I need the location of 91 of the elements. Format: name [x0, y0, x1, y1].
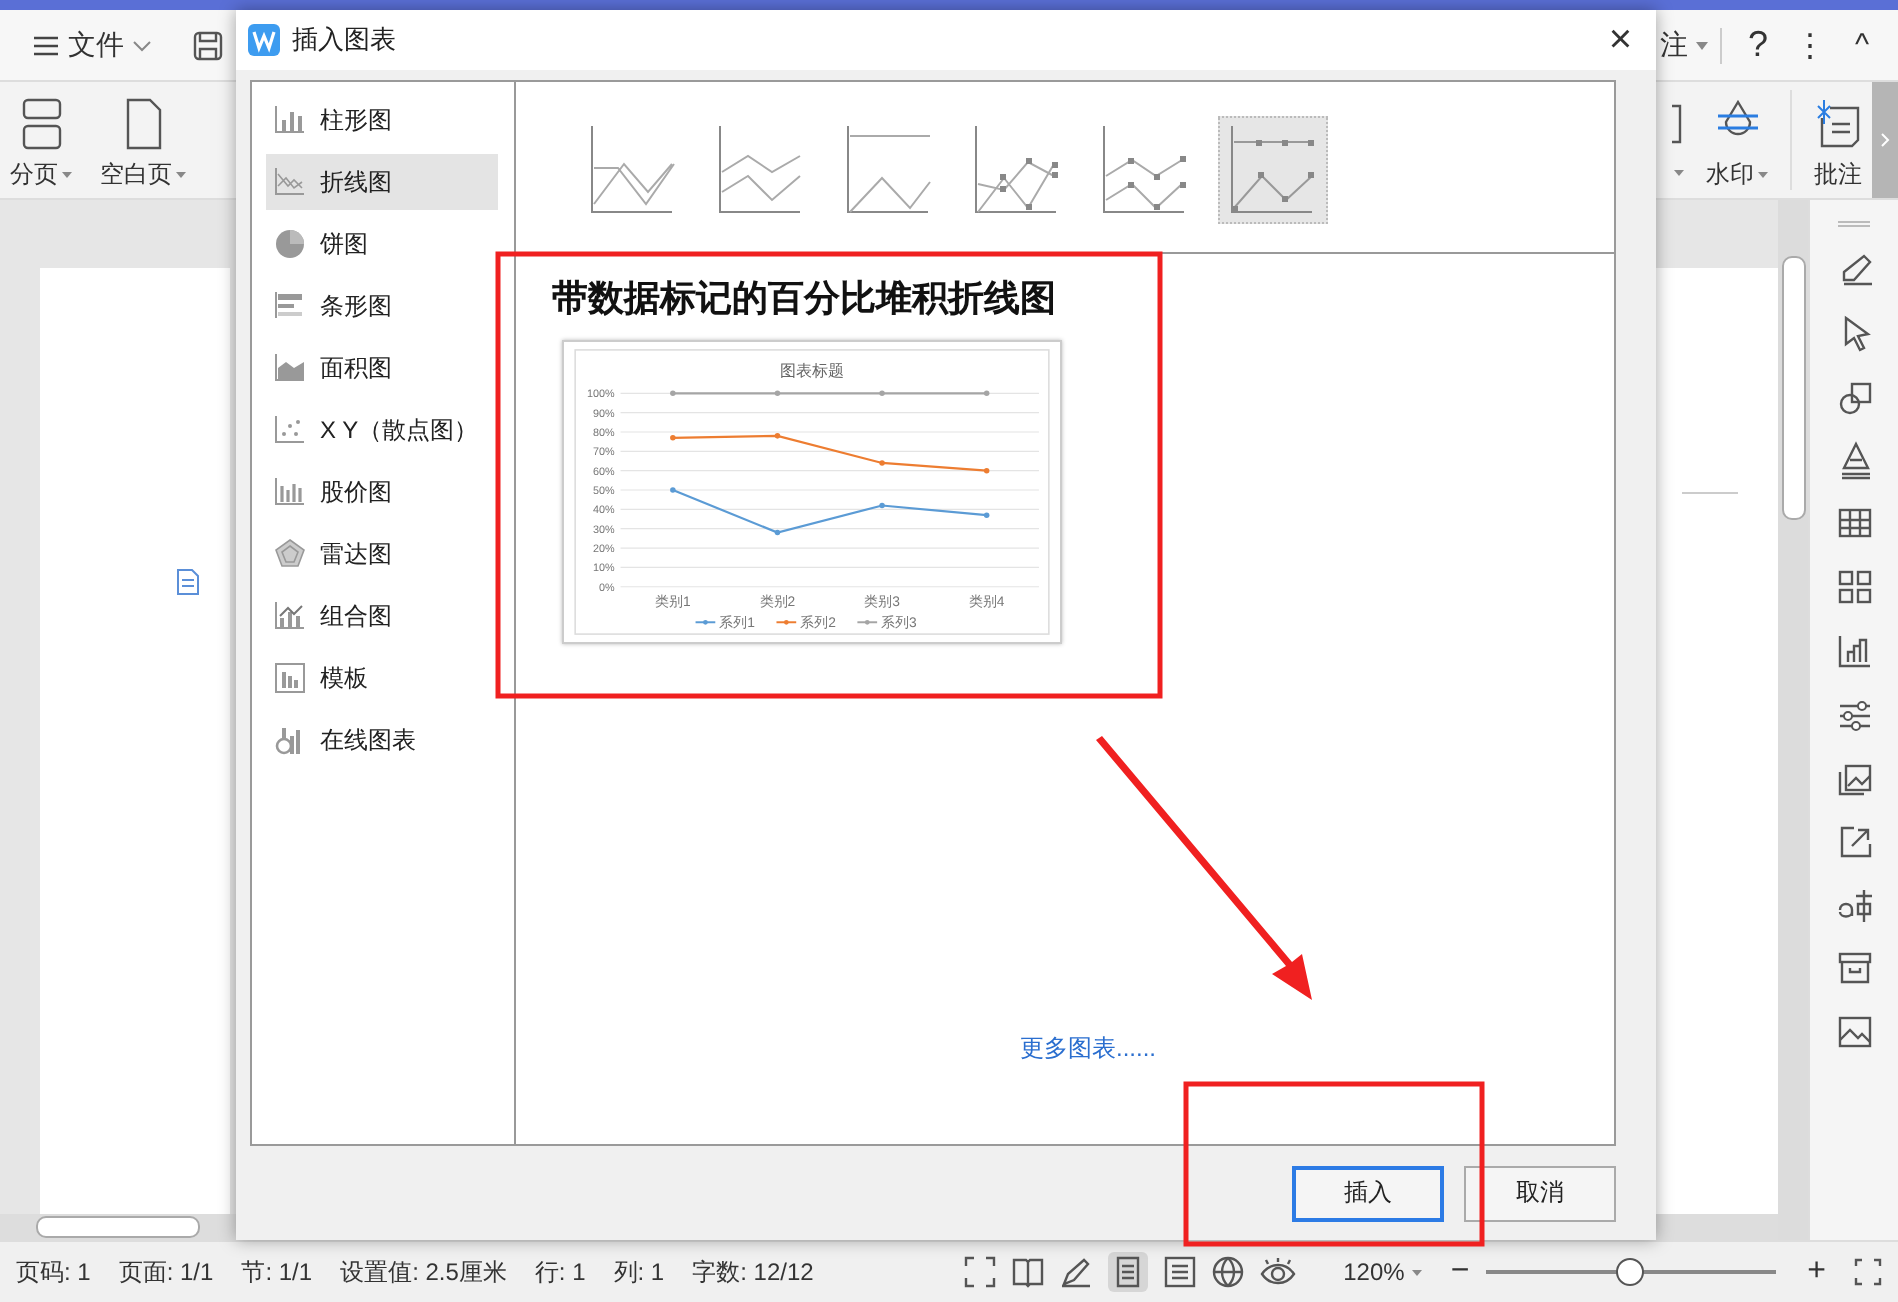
- chart-type-item[interactable]: 在线图表: [266, 712, 498, 768]
- chart-type-heading: 带数据标记的百分比堆积折线图: [552, 276, 1058, 322]
- data-marker: [670, 390, 676, 397]
- close-button[interactable]: ×: [1596, 20, 1644, 60]
- page-break-icon: [19, 98, 63, 150]
- caret-icon: [62, 172, 72, 178]
- status-text: 页面: 1/1: [118, 1255, 214, 1289]
- stock-chart-icon: [274, 476, 306, 508]
- fullscreen-icon: [963, 1256, 996, 1288]
- document-icon: [176, 568, 200, 596]
- globe-icon: [1211, 1256, 1244, 1288]
- caret-icon: [1673, 169, 1683, 175]
- data-marker: [879, 502, 885, 509]
- scatter-chart-icon: [274, 414, 306, 446]
- zoom-slider-thumb[interactable]: [1616, 1258, 1645, 1286]
- scrollbar-thumb[interactable]: [36, 1216, 200, 1238]
- radar-chart-icon: [274, 538, 306, 570]
- zoom-out-button[interactable]: −: [1450, 1254, 1470, 1290]
- template-icon: [274, 662, 306, 694]
- status-text: 设置值: 2.5厘米: [340, 1255, 507, 1289]
- chart-type-item[interactable]: X Y（散点图）: [266, 402, 498, 458]
- chevron-icon: [132, 39, 152, 51]
- chart-type-item[interactable]: 模板: [266, 650, 498, 706]
- file-menu[interactable]: 文件: [24, 27, 160, 63]
- chart-type-item[interactable]: 条形图: [266, 278, 498, 334]
- area-chart-icon: [274, 352, 306, 384]
- fit-icon: [1854, 1258, 1882, 1286]
- chart-type-item[interactable]: 雷达图: [266, 526, 498, 582]
- chart-type-item[interactable]: 折线图: [266, 154, 498, 210]
- online-chart-icon: [274, 724, 306, 756]
- caret-icon: [1412, 1269, 1423, 1275]
- legend-key: [856, 619, 879, 625]
- pie-chart-icon: [274, 228, 306, 260]
- page-view-icon[interactable]: [1107, 1252, 1148, 1292]
- status-text: 页码: 1: [16, 1255, 91, 1289]
- blank-page-button[interactable]: 空白页: [90, 82, 196, 192]
- data-marker: [983, 390, 990, 397]
- data-marker: [879, 460, 885, 466]
- chart-type-item[interactable]: 面积图: [266, 340, 498, 396]
- line-subtype-option[interactable]: [1218, 116, 1328, 224]
- blank-page-icon: [123, 98, 163, 150]
- chart-type-item[interactable]: 组合图: [266, 588, 498, 644]
- data-marker: [670, 487, 676, 493]
- caret-icon: [1758, 172, 1768, 178]
- pen-icon: [1059, 1256, 1092, 1288]
- page-break-button[interactable]: 分页: [0, 82, 82, 192]
- status-text: 列: 1: [613, 1255, 665, 1289]
- legend-key: [694, 619, 717, 625]
- caret-icon: [176, 172, 186, 178]
- data-marker: [670, 435, 676, 441]
- data-marker: [774, 433, 781, 439]
- watermark-button[interactable]: 水印: [1696, 82, 1778, 192]
- bar-chart-icon: [274, 104, 306, 136]
- panel-handle-icon: [1834, 220, 1874, 228]
- combo-chart-icon: [274, 600, 306, 632]
- zoom-dropdown[interactable]: 120%: [1331, 1256, 1435, 1288]
- legend-key: [775, 619, 798, 625]
- caret-icon: [1696, 41, 1708, 49]
- data-marker: [879, 390, 885, 397]
- insert-button[interactable]: 插入: [1292, 1165, 1444, 1221]
- apps-icon[interactable]: [1833, 566, 1875, 609]
- app-logo-icon: [248, 24, 280, 56]
- chart-title: 图表标题: [780, 361, 844, 380]
- chart-type-item[interactable]: 柱形图: [266, 92, 498, 148]
- cancel-button[interactable]: 取消: [1464, 1165, 1616, 1221]
- ribbon-tab[interactable]: 注: [1656, 27, 1712, 63]
- help-button[interactable]: ?: [1738, 24, 1778, 66]
- save-icon: [192, 29, 224, 61]
- line-chart-icon: [274, 166, 306, 198]
- collapse-button[interactable]: ^: [1842, 28, 1882, 62]
- scrollbar-thumb[interactable]: [1781, 256, 1805, 520]
- menu-icon: [32, 33, 60, 57]
- data-marker: [774, 529, 781, 536]
- more-button[interactable]: ⋮: [1790, 25, 1830, 65]
- status-text: 行: 1: [534, 1255, 586, 1289]
- horizontal-bar-chart-icon: [274, 290, 306, 322]
- status-text: 字数: 12/12: [692, 1255, 814, 1289]
- comment-button[interactable]: 批注: [1804, 82, 1872, 192]
- more-charts-link[interactable]: 更多图表......: [1020, 1032, 1157, 1066]
- dialog-title: 插入图表: [292, 22, 396, 58]
- chart-type-item[interactable]: 饼图: [266, 216, 498, 272]
- outline-icon: [1163, 1256, 1196, 1288]
- comment-icon: [1814, 98, 1862, 150]
- data-marker: [983, 467, 990, 474]
- chart-type-item[interactable]: 股价图: [266, 464, 498, 520]
- data-marker: [983, 512, 990, 518]
- status-text: 节: 1/1: [241, 1255, 313, 1289]
- book-icon: [1011, 1256, 1044, 1288]
- zoom-in-button[interactable]: +: [1807, 1254, 1826, 1290]
- data-marker: [774, 390, 781, 397]
- eye-icon: [1259, 1256, 1296, 1288]
